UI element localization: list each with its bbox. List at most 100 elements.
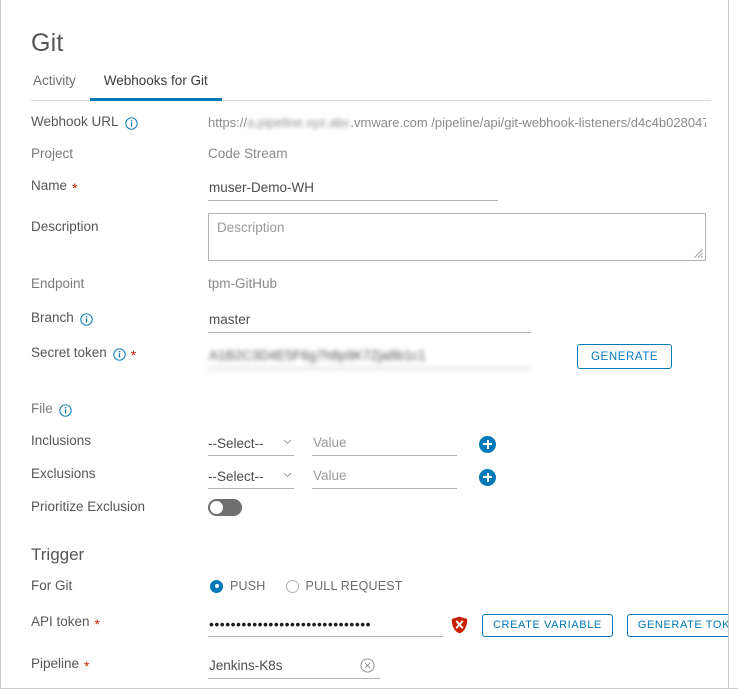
name-input[interactable]: [208, 177, 498, 201]
label-endpoint: Endpoint: [31, 276, 85, 291]
inclusions-type-select-value: --Select--: [208, 435, 264, 451]
required-indicator-secret-token: *: [130, 347, 137, 363]
row-secret-token: Secret token * GENERATE: [1, 344, 728, 384]
radio-push-label: PUSH: [230, 579, 266, 593]
row-for-git: For Git PUSH PULL REQUEST: [1, 577, 728, 613]
label-api-token: API token *: [1, 613, 208, 631]
file-section-spacer: [208, 400, 728, 418]
api-token-controls: CREATE VARIABLE GENERATE TOKEN: [208, 613, 728, 637]
branch-input-wrap: [208, 309, 728, 333]
exclusions-value-input[interactable]: [312, 465, 457, 489]
webhook-configuration-page: Git Activity Webhooks for Git Webhook UR…: [0, 0, 738, 689]
label-prioritize-exclusion: Prioritize Exclusion: [31, 499, 146, 514]
info-circle-icon[interactable]: [59, 403, 72, 417]
branch-input[interactable]: [208, 309, 531, 333]
chevron-down-icon: [283, 439, 292, 445]
radio-push-dot: [210, 579, 223, 593]
description-textarea[interactable]: [208, 213, 706, 261]
radio-pull-request-label: PULL REQUEST: [305, 579, 403, 593]
section-title-trigger: Trigger: [31, 545, 85, 564]
label-inclusions: Inclusions: [31, 433, 92, 448]
label-file-section: File: [1, 400, 208, 418]
label-project: Project: [31, 146, 74, 161]
prioritize-exclusion-control: [208, 498, 728, 516]
plus-circle-icon[interactable]: [479, 435, 496, 453]
project-value: Code Stream: [208, 146, 288, 161]
row-pipeline: Pipeline *: [1, 655, 728, 688]
description-textarea-wrap: [208, 213, 728, 261]
row-description: Description: [1, 213, 728, 275]
label-name-text: Name: [31, 178, 68, 193]
for-git-radios: PUSH PULL REQUEST: [210, 578, 423, 594]
clear-circle-icon[interactable]: [360, 658, 375, 673]
webhook-url-suffix: .vmware.com /pipeline/api/git-webhook-li…: [350, 115, 706, 130]
api-token-input[interactable]: [208, 613, 443, 637]
exclusions-type-select[interactable]: --Select--: [208, 465, 294, 489]
row-branch: Branch: [1, 309, 728, 344]
page-title: Git: [31, 29, 64, 57]
secret-token-input[interactable]: [208, 344, 531, 369]
row-exclusions: Exclusions --Select--: [1, 465, 728, 498]
endpoint-value: tpm-GitHub: [208, 276, 278, 291]
for-git-radio-group: PUSH PULL REQUEST: [208, 577, 728, 595]
inclusions-type-select[interactable]: --Select--: [208, 432, 294, 456]
exclusions-controls: --Select--: [208, 465, 728, 489]
label-pipeline: Pipeline *: [1, 655, 208, 673]
webhook-url-redacted: a.pipeline.xyz.abc: [247, 115, 351, 130]
generate-token-button[interactable]: GENERATE TOKEN: [626, 613, 728, 637]
row-file-section: File: [1, 384, 728, 432]
inclusions-controls: --Select--: [208, 432, 728, 456]
label-branch-text: Branch: [31, 310, 74, 325]
label-branch: Branch: [1, 309, 208, 327]
info-circle-icon[interactable]: [124, 116, 138, 130]
tab-bar: Activity Webhooks for Git: [31, 72, 711, 101]
radio-pull-request[interactable]: PULL REQUEST: [285, 578, 403, 594]
prioritize-exclusion-toggle[interactable]: [208, 498, 242, 516]
required-indicator-pipeline: *: [84, 658, 90, 674]
tab-activity[interactable]: Activity: [31, 72, 90, 98]
webhook-url-value-wrap: https://a.pipeline.xyz.abc.vmware.com /p…: [208, 113, 728, 132]
content-panel: Git Activity Webhooks for Git Webhook UR…: [1, 0, 729, 688]
row-trigger-section: Trigger: [1, 536, 728, 577]
required-indicator-api-token: *: [94, 616, 100, 632]
error-shield-icon: [451, 616, 468, 634]
secret-token-input-wrap: GENERATE: [208, 344, 728, 369]
toggle-knob: [210, 500, 223, 514]
webhook-form: Webhook URL https://a.pipeline.xyz.abc.v…: [1, 113, 728, 688]
required-indicator-name: *: [72, 180, 78, 196]
tab-webhooks-for-git[interactable]: Webhooks for Git: [89, 72, 222, 101]
pipeline-controls: [208, 655, 728, 679]
info-circle-icon[interactable]: [113, 347, 126, 361]
label-name: Name *: [1, 177, 208, 195]
chevron-down-icon: [283, 472, 292, 478]
inclusions-value-input[interactable]: [312, 432, 457, 456]
info-circle-icon[interactable]: [80, 312, 93, 326]
label-secret-token-text: Secret token: [31, 345, 107, 360]
row-prioritize-exclusion: Prioritize Exclusion: [1, 498, 728, 536]
label-file-text: File: [31, 401, 53, 416]
radio-push[interactable]: PUSH: [210, 578, 266, 594]
row-api-token: API token * CREATE VARIABLE GENERATE TOK…: [1, 613, 728, 655]
pipeline-input[interactable]: [208, 655, 380, 679]
row-project: Project Code Stream: [1, 145, 728, 177]
label-webhook-url: Webhook URL: [1, 113, 208, 131]
row-webhook-url: Webhook URL https://a.pipeline.xyz.abc.v…: [1, 113, 728, 145]
label-secret-token: Secret token *: [1, 344, 208, 362]
label-webhook-url-text: Webhook URL: [31, 114, 119, 129]
generate-secret-button[interactable]: GENERATE: [577, 344, 673, 369]
webhook-url-prefix: https://: [208, 115, 248, 130]
exclusions-type-select-value: --Select--: [208, 468, 264, 484]
label-exclusions: Exclusions: [31, 466, 96, 481]
row-endpoint: Endpoint tpm-GitHub: [1, 275, 728, 309]
label-api-token-text: API token: [31, 614, 90, 629]
radio-pull-request-dot: [285, 579, 299, 593]
plus-circle-icon[interactable]: [479, 468, 496, 486]
create-variable-button[interactable]: CREATE VARIABLE: [482, 613, 613, 637]
row-inclusions: Inclusions --Select--: [1, 432, 728, 465]
webhook-url-value: https://a.pipeline.xyz.abc.vmware.com /p…: [208, 114, 706, 132]
row-name: Name *: [1, 177, 728, 213]
project-value-wrap: Code Stream: [208, 145, 728, 163]
label-description: Description: [31, 219, 99, 234]
name-input-wrap: [208, 177, 728, 201]
label-for-git: For Git: [31, 578, 73, 593]
